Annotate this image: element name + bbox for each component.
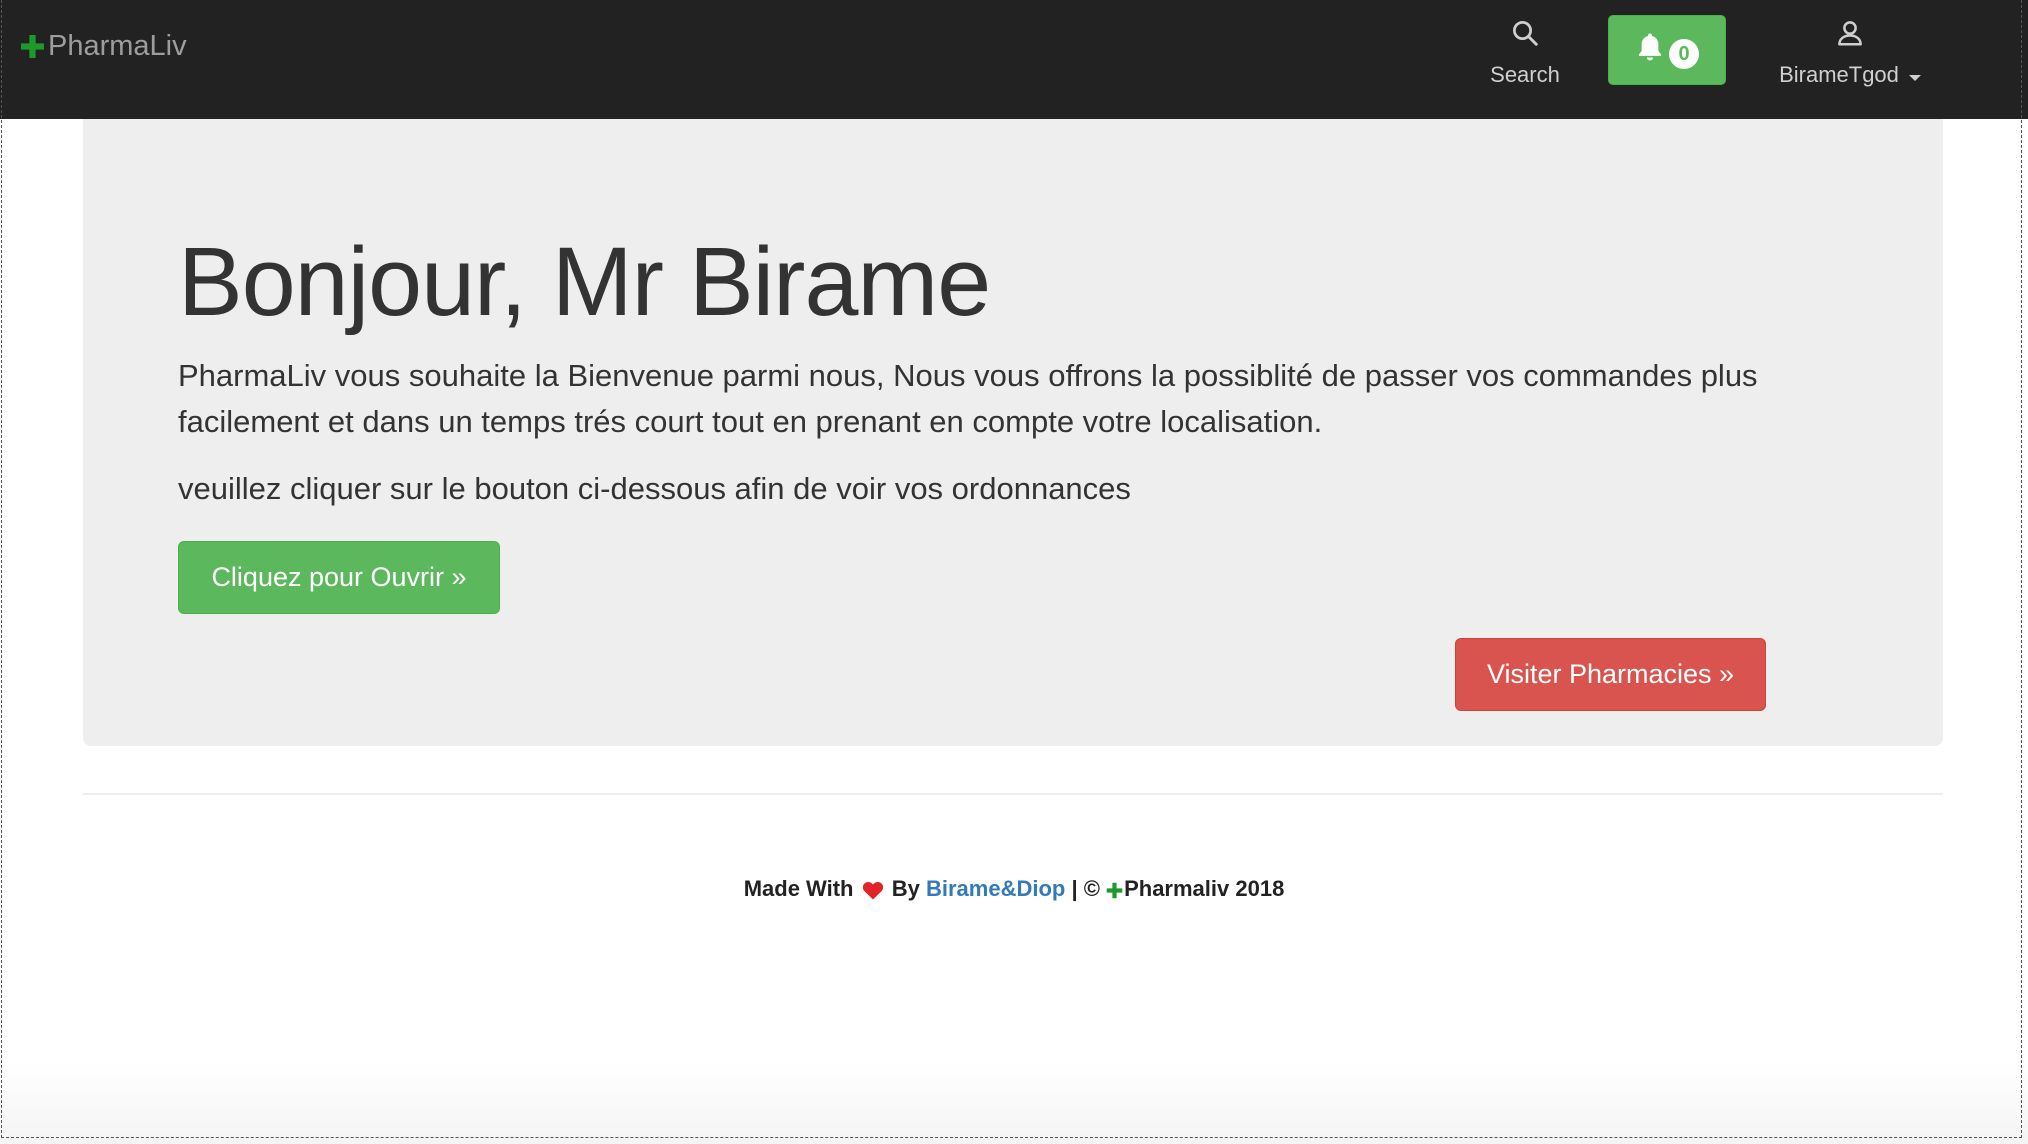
page-title: Bonjour, Mr Birame	[178, 227, 991, 336]
open-prescriptions-button[interactable]: Cliquez pour Ouvrir »	[178, 541, 500, 614]
search-label: Search	[1490, 62, 1560, 87]
authors-link[interactable]: Birame&Diop	[926, 876, 1065, 901]
bell-icon	[1638, 33, 1662, 61]
green-cross-icon	[1106, 882, 1123, 898]
footer-brand: Pharmaliv 2018	[1124, 876, 1285, 901]
green-cross-icon	[21, 35, 44, 58]
welcome-lead-text: PharmaLiv vous souhaite la Bienvenue par…	[178, 358, 1758, 439]
search-icon	[1513, 21, 1538, 46]
user-icon	[1838, 21, 1862, 46]
notifications-count-badge: 0	[1669, 39, 1699, 69]
brand-name: PharmaLiv	[48, 30, 187, 62]
footer: Made With By Birame&Diop | © Pharmaliv 2…	[0, 876, 2028, 902]
footer-copyright: | ©	[1071, 876, 1100, 901]
visit-pharmacies-button[interactable]: Visiter Pharmacies »	[1455, 638, 1766, 711]
top-navbar: PharmaLiv Search 0 BirameTgod	[0, 0, 2028, 119]
page-bottom	[0, 1060, 2028, 1144]
footer-by: By	[891, 876, 920, 901]
instruction-text: veuillez cliquer sur le bouton ci-dessou…	[178, 471, 1131, 506]
brand-link[interactable]: PharmaLiv	[20, 30, 187, 63]
caret-down-icon	[1908, 74, 1921, 81]
search-nav-item[interactable]: Search	[1480, 14, 1570, 104]
footer-made-with: Made With	[743, 876, 854, 901]
user-name: BirameTgod	[1779, 62, 1899, 87]
user-menu-toggle[interactable]: BirameTgod	[1770, 14, 1930, 104]
welcome-jumbotron: Bonjour, Mr Birame PharmaLiv vous souhai…	[83, 119, 1943, 746]
notifications-button[interactable]: 0	[1608, 15, 1726, 85]
footer-divider	[83, 793, 1943, 795]
heart-icon	[862, 882, 883, 900]
